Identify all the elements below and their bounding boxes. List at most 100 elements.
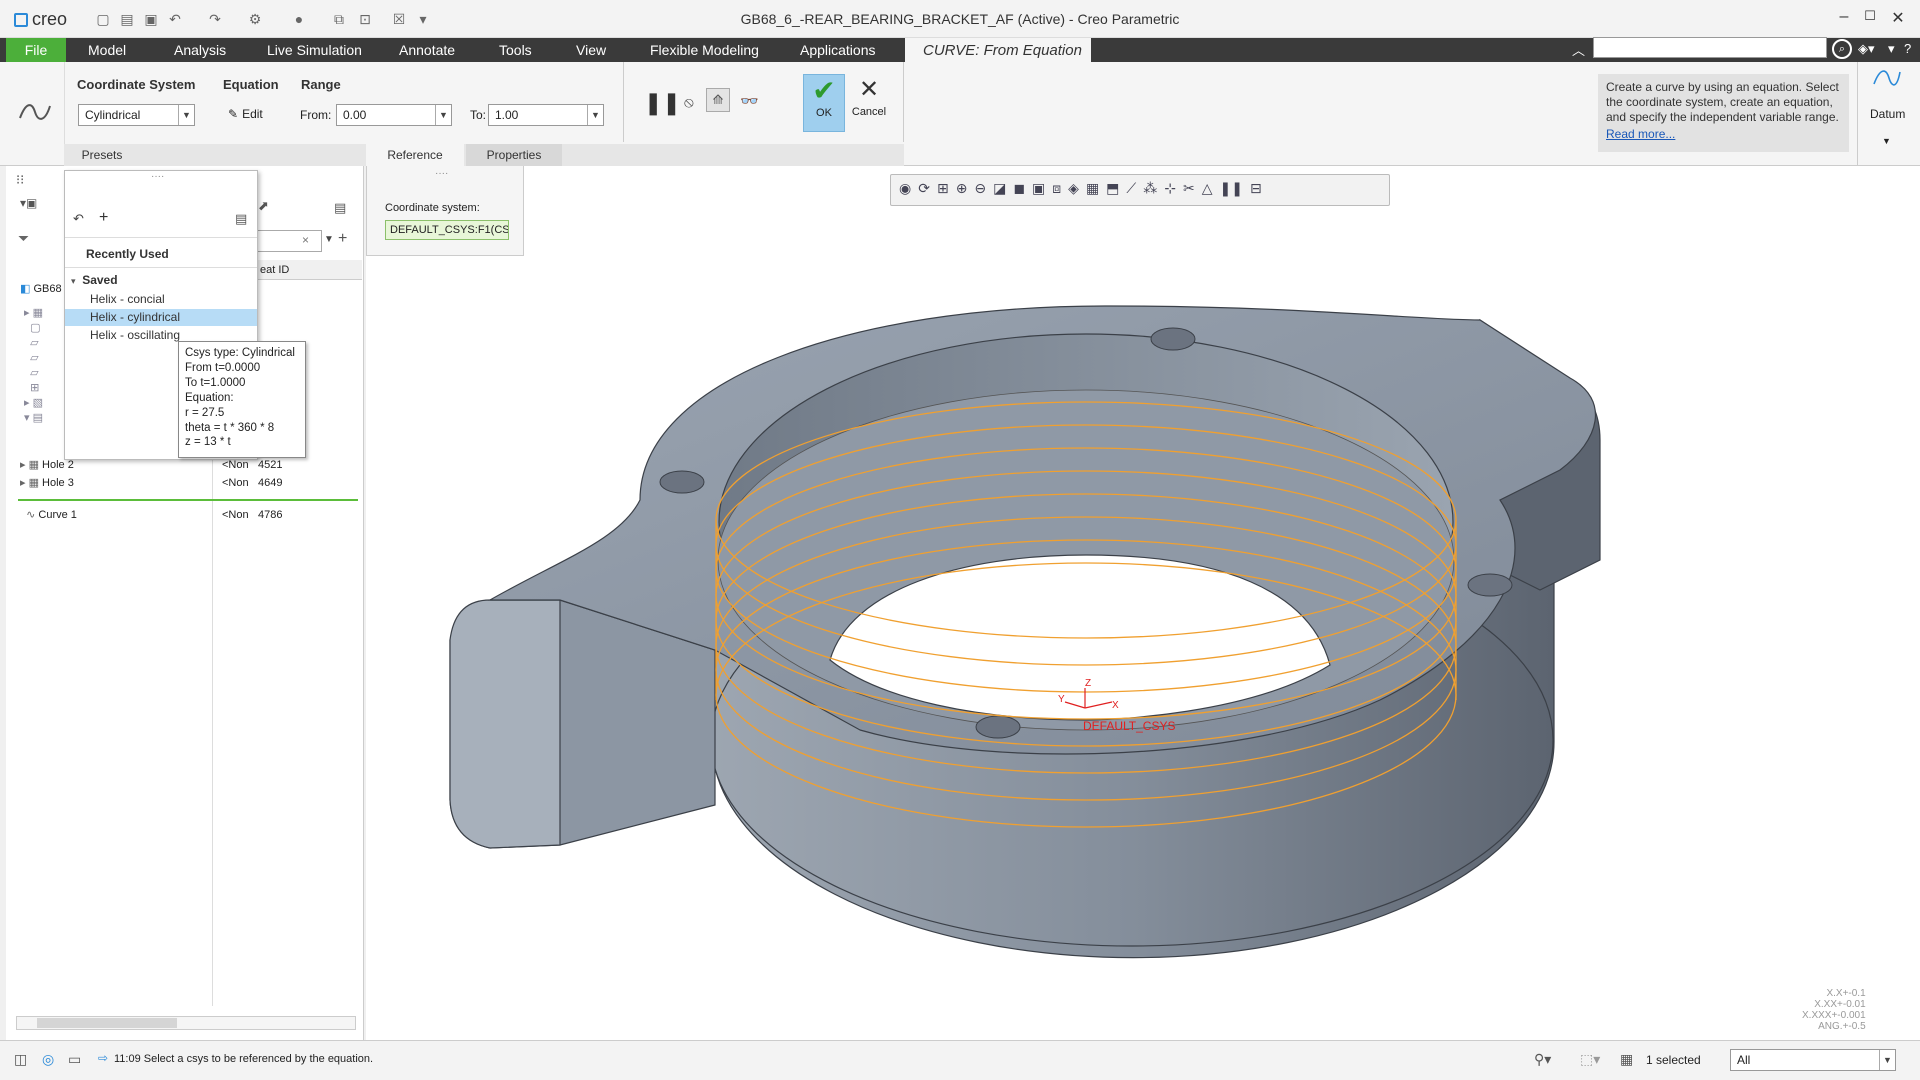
zoom-in-icon[interactable]: ⊕ [956, 180, 968, 197]
help-icon[interactable]: ? [1904, 41, 1911, 56]
edit-equation-button[interactable]: ✎ Edit [228, 107, 263, 121]
ok-button[interactable]: ✔ OK [803, 74, 845, 132]
annotations-icon[interactable]: ✂ [1183, 180, 1195, 197]
more-icon[interactable]: ⊟ [1250, 180, 1262, 197]
search-input[interactable] [1593, 37, 1827, 58]
preset-helix-cylindrical[interactable]: Helix - cylindrical [65, 309, 257, 326]
bolt-hole [1467, 573, 1513, 597]
add-column-icon[interactable]: + [338, 230, 347, 248]
perspective-icon[interactable]: ◈ [1068, 180, 1079, 197]
clear-search-icon[interactable]: × [302, 233, 309, 247]
horizontal-scrollbar[interactable] [16, 1016, 356, 1030]
settings-page-icon[interactable]: ▤ [334, 200, 346, 216]
tab-properties[interactable]: Properties [466, 144, 562, 166]
range-to-input[interactable]: 1.00 ▼ [488, 104, 604, 126]
tab-live-simulation[interactable]: Live Simulation [257, 38, 372, 62]
tab-annotate[interactable]: Annotate [389, 38, 465, 62]
status-bar: ◫ ◎ ▭ ⇨ 11:09 Select a csys to be refere… [0, 1040, 1920, 1080]
selection-filter-select[interactable]: All ▼ [1730, 1049, 1896, 1071]
collapse-ribbon-icon[interactable]: ︿ [1572, 40, 1585, 59]
tab-model[interactable]: Model [78, 38, 136, 62]
selection-box-icon[interactable]: ⬚▾ [1580, 1051, 1600, 1068]
tree-root[interactable]: ◧ GB68 [20, 280, 62, 298]
insert-indicator[interactable] [18, 499, 358, 501]
reference-panel: ···· Coordinate system: DEFAULT_CSYS:F1(… [366, 166, 524, 256]
model-view[interactable] [366, 166, 1920, 1040]
tab-applications[interactable]: Applications [790, 38, 886, 62]
title-bar: creo ▢ ▤ ▣ ↶ ↷ ⚙ ● ⧉ ⊡ ☒ ▾ GB68_6_-REAR_… [0, 0, 1920, 38]
tab-file[interactable]: File [6, 38, 66, 62]
tree-row[interactable]: ▸ ▦ Hole 3 <Non 4649 [20, 474, 360, 492]
part-icon: ◧ [20, 283, 31, 295]
datum-button[interactable]: Datum [1870, 107, 1905, 121]
close-button[interactable]: ✕ [1884, 8, 1912, 30]
read-more-link[interactable]: Read more... [1606, 127, 1841, 142]
csys-axis-y-label: Y [1058, 694, 1065, 705]
tree-search-input[interactable] [256, 230, 322, 252]
datum-axes-icon[interactable]: ⟋ [1126, 180, 1136, 197]
tab-tools[interactable]: Tools [489, 38, 542, 62]
browser-toggle-icon[interactable]: ◎ [42, 1051, 54, 1068]
csys-display-icon[interactable]: ⊹ [1164, 180, 1176, 197]
range-from-input[interactable]: 0.00 ▼ [336, 104, 452, 126]
coordinate-system-select[interactable]: Cylindrical ▼ [78, 104, 195, 126]
datum-planes-icon[interactable]: ⬒ [1106, 180, 1119, 197]
tab-flexible-modeling[interactable]: Flexible Modeling [640, 38, 769, 62]
chevron-down-icon[interactable]: ▼ [324, 234, 334, 245]
saved-header[interactable]: ▾ Saved [71, 273, 118, 287]
filter-icon[interactable]: ⏷ [18, 230, 29, 247]
display-style-icon[interactable]: ◼ [1013, 180, 1025, 197]
graphics-window[interactable]: Z Y X DEFAULT_CSYS X.X+-0.1 X.XX+-0.01 X… [366, 166, 1920, 1040]
preset-helix-concial[interactable]: Helix - concial [65, 291, 257, 308]
feat-id-column-header[interactable]: eat ID [256, 260, 362, 280]
search-icon[interactable]: ⌕ [1832, 39, 1852, 59]
datum-points-icon[interactable]: ⁂ [1143, 180, 1157, 197]
saved-views-icon[interactable]: ▣ [1032, 180, 1045, 197]
navigator-toggle-icon[interactable]: ◫ [14, 1051, 27, 1068]
chevron-down-icon[interactable]: ▼ [1882, 136, 1891, 146]
coordinate-system-collector[interactable]: DEFAULT_CSYS:F1(CS [385, 220, 509, 240]
tab-analysis[interactable]: Analysis [164, 38, 236, 62]
tree-row[interactable]: ∿ Curve 1 <Non 4786 [20, 506, 360, 524]
tolerance-display: X.X+-0.1 X.XX+-0.01 X.XXX+-0.001 ANG.+-0… [1802, 988, 1866, 1032]
revert-icon[interactable]: ↶ [73, 211, 84, 227]
cancel-button[interactable]: ✕ Cancel [848, 74, 890, 132]
view-manager-icon[interactable]: ⧈ [1052, 180, 1061, 197]
bolt-hole [1150, 327, 1196, 351]
repaint-icon[interactable]: ⟳ [918, 180, 930, 197]
model-tree-icon[interactable]: ⁝⁝ [16, 172, 24, 188]
fullscreen-icon[interactable]: ▭ [68, 1051, 81, 1068]
tab-curve-from-equation[interactable]: CURVE: From Equation [905, 38, 1091, 64]
manage-presets-icon[interactable]: ▤ [235, 211, 247, 227]
tab-reference[interactable]: Reference [366, 144, 464, 166]
csys-label[interactable]: DEFAULT_CSYS [1083, 719, 1175, 733]
spin-center-icon[interactable]: △ [1202, 180, 1213, 197]
pause-icon[interactable]: ❚❚ [644, 90, 681, 116]
filter-dropdown-icon[interactable]: ▾▣ [20, 196, 37, 210]
tab-view[interactable]: View [566, 38, 616, 62]
section-icon[interactable]: ▦ [1086, 180, 1099, 197]
find-icon[interactable]: ⚲▾ [1534, 1051, 1551, 1068]
recently-used-header[interactable]: Recently Used [86, 247, 169, 261]
zoom-box-icon[interactable]: ⊞ [937, 180, 949, 197]
window-title: GB68_6_-REAR_BEARING_BRACKET_AF (Active)… [740, 11, 1180, 27]
selected-items-icon[interactable]: ▦ [1620, 1051, 1633, 1068]
verify-glasses-icon[interactable]: 👓 [740, 92, 759, 110]
selected-count[interactable]: 1 selected [1646, 1053, 1701, 1067]
datum-curve-icon[interactable] [1872, 66, 1902, 90]
refit-icon[interactable]: ◉ [899, 180, 911, 197]
pause-regen-icon[interactable]: ❚❚ [1219, 180, 1242, 197]
refit-view-icon[interactable]: ◪ [993, 180, 1006, 197]
tree-filters-icon[interactable]: ⬈ [258, 198, 269, 214]
csys-axis-x-label: X [1112, 700, 1119, 711]
preview-feature-icon[interactable]: ⟰ [706, 88, 730, 112]
tab-presets[interactable]: Presets [64, 144, 140, 166]
status-message: 11:09 Select a csys to be referenced by … [114, 1053, 374, 1065]
no-preview-icon[interactable]: ⦸ [684, 94, 694, 111]
learning-connector-icon[interactable]: ◈▾ [1858, 41, 1875, 57]
maximize-button[interactable]: ☐ [1856, 8, 1884, 30]
minimize-button[interactable]: – [1830, 8, 1858, 30]
add-preset-icon[interactable]: + [99, 209, 108, 227]
options-dropdown-icon[interactable]: ▾ [1888, 41, 1895, 57]
zoom-out-icon[interactable]: ⊖ [974, 180, 986, 197]
